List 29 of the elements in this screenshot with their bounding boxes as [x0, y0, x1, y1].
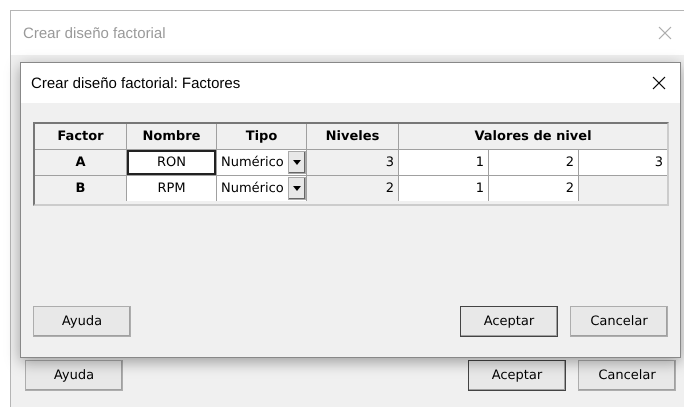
name-cell[interactable]: RPM — [127, 176, 216, 201]
level-value-cell[interactable]: 3 — [579, 150, 667, 175]
level-value-cell[interactable]: 2 — [489, 150, 578, 175]
help-button[interactable]: Ayuda — [33, 306, 131, 337]
column-header: Factor — [35, 124, 126, 149]
accept-button[interactable]: Aceptar — [460, 306, 558, 337]
cancel-button[interactable]: Cancelar — [570, 306, 668, 337]
levels-cell: 3 — [307, 150, 398, 175]
dialog-title: Crear diseño factorial: Factores — [31, 74, 240, 92]
level-value-cell[interactable]: 2 — [489, 176, 578, 201]
name-cell[interactable]: RON — [127, 150, 216, 175]
level-value-cell[interactable]: 1 — [399, 176, 488, 201]
dropdown-arrow-icon — [293, 186, 301, 191]
column-header: Tipo — [217, 124, 306, 149]
column-header: Niveles — [307, 124, 398, 149]
accept-button[interactable]: Aceptar — [468, 360, 566, 391]
level-value-cell[interactable]: 1 — [399, 150, 488, 175]
cancel-button[interactable]: Cancelar — [578, 360, 676, 391]
column-header: Nombre — [127, 124, 216, 149]
row-header: B — [35, 176, 126, 201]
column-header: Valores de nivel — [399, 124, 667, 149]
levels-cell: 2 — [307, 176, 398, 201]
type-dropdown[interactable]: Numérico — [217, 150, 306, 175]
help-button[interactable]: Ayuda — [25, 360, 123, 391]
dropdown-arrow-icon — [293, 160, 301, 165]
row-header: A — [35, 150, 126, 175]
type-dropdown[interactable]: Numérico — [217, 176, 306, 201]
close-icon[interactable] — [652, 76, 666, 90]
window-title: Crear diseño factorial — [23, 24, 166, 42]
